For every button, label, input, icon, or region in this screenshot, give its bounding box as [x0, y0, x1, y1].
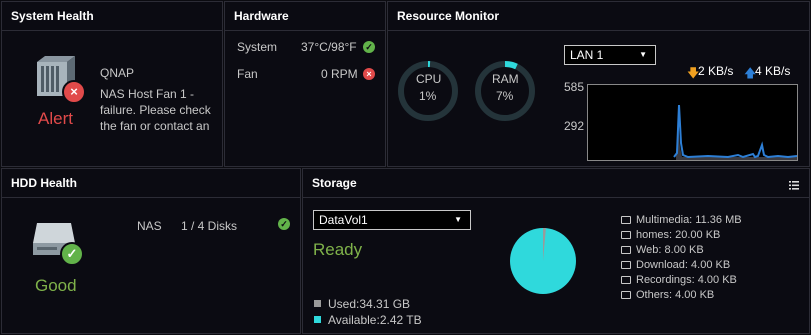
folder-usage-item: Web: 8.00 KB	[636, 244, 704, 256]
folder-usage-item: homes: 20.00 KB	[636, 229, 721, 241]
folder-usage-item: Multimedia: 11.36 MB	[636, 214, 742, 226]
hardware-title: Hardware	[225, 2, 385, 31]
system-ok-icon: ✓	[363, 41, 375, 53]
folder-icon	[621, 216, 631, 224]
ram-value: 7%	[496, 89, 514, 103]
storage-title: Storage	[303, 169, 809, 198]
interface-select[interactable]: LAN 1 ▼	[564, 45, 656, 65]
folder-usage-item: Download: 4.00 KB	[636, 259, 731, 271]
error-badge-icon: ×	[62, 80, 86, 104]
alert-message-line-1: NAS Host Fan 1 -	[100, 87, 195, 101]
available-legend-label: Available:2.42 TB	[328, 313, 422, 327]
storage-usage-pie	[509, 219, 577, 297]
volume-select[interactable]: DataVol1 ▼	[313, 210, 471, 230]
chevron-down-icon: ▼	[639, 50, 647, 59]
hardware-system-value: 37°C/98°F	[301, 40, 357, 54]
chevron-down-icon: ▼	[454, 215, 462, 224]
used-legend-label: Used:34.31 GB	[328, 297, 411, 311]
folder-icon	[621, 291, 631, 299]
system-health-panel: System Health × Alert QNAP NAS Host Fan …	[1, 1, 223, 167]
system-status-text: Alert	[38, 109, 73, 128]
upload-rate: 4 KB/s	[755, 64, 791, 78]
hardware-system-label: System	[237, 40, 278, 54]
hdd-status-text: Good	[35, 276, 77, 295]
fan-error-icon: ×	[363, 68, 375, 80]
hdd-device-label: NAS	[137, 219, 162, 233]
chart-y-tick-mid: 292	[564, 119, 585, 133]
hdd-ok-icon: ✓	[278, 218, 290, 230]
device-name: QNAP	[100, 66, 135, 80]
alert-message-line-3: the fan or contact an	[100, 119, 210, 133]
hardware-fan-value: 0 RPM	[321, 67, 358, 81]
chart-y-tick-high: 585	[564, 80, 585, 94]
hardware-panel: Hardware System 37°C/98°F ✓ Fan 0 RPM ×	[224, 1, 386, 167]
interface-select-value: LAN 1	[570, 48, 604, 62]
hdd-disk-count: 1 / 4 Disks	[181, 219, 238, 233]
ok-badge-icon: ✓	[60, 242, 84, 266]
used-legend-swatch	[314, 300, 321, 307]
resource-monitor-title: Resource Monitor	[388, 2, 809, 31]
alert-message-line-2: failure. Please check	[100, 103, 211, 117]
hdd-health-panel: HDD Health ✓ Good NAS 1 / 4 Disks ✓	[1, 168, 301, 334]
cpu-value: 1%	[419, 89, 437, 103]
hdd-health-title: HDD Health	[2, 169, 300, 198]
available-legend-swatch	[314, 316, 321, 323]
storage-panel: Storage DataVol1 ▼ Ready Used:34.31 GB A…	[302, 168, 810, 334]
cpu-label: CPU	[416, 72, 442, 86]
hardware-fan-label: Fan	[237, 67, 258, 81]
ram-label: RAM	[492, 72, 519, 86]
storage-state: Ready	[313, 240, 363, 259]
folder-icon	[621, 246, 631, 254]
resource-monitor-panel: Resource Monitor CPU 1% RAM 7% LAN 1 ▼ 🡇…	[387, 1, 810, 167]
folder-usage-item: Others: 4.00 KB	[636, 289, 715, 301]
folder-icon	[621, 276, 631, 284]
volume-select-value: DataVol1	[319, 213, 368, 227]
folder-icon	[621, 231, 631, 239]
folder-icon	[621, 261, 631, 269]
menu-list-icon[interactable]	[789, 177, 799, 190]
download-rate: 2 KB/s	[698, 64, 734, 78]
network-traffic-chart	[587, 84, 798, 161]
system-health-title: System Health	[2, 2, 222, 31]
folder-usage-item: Recordings: 4.00 KB	[636, 274, 737, 286]
